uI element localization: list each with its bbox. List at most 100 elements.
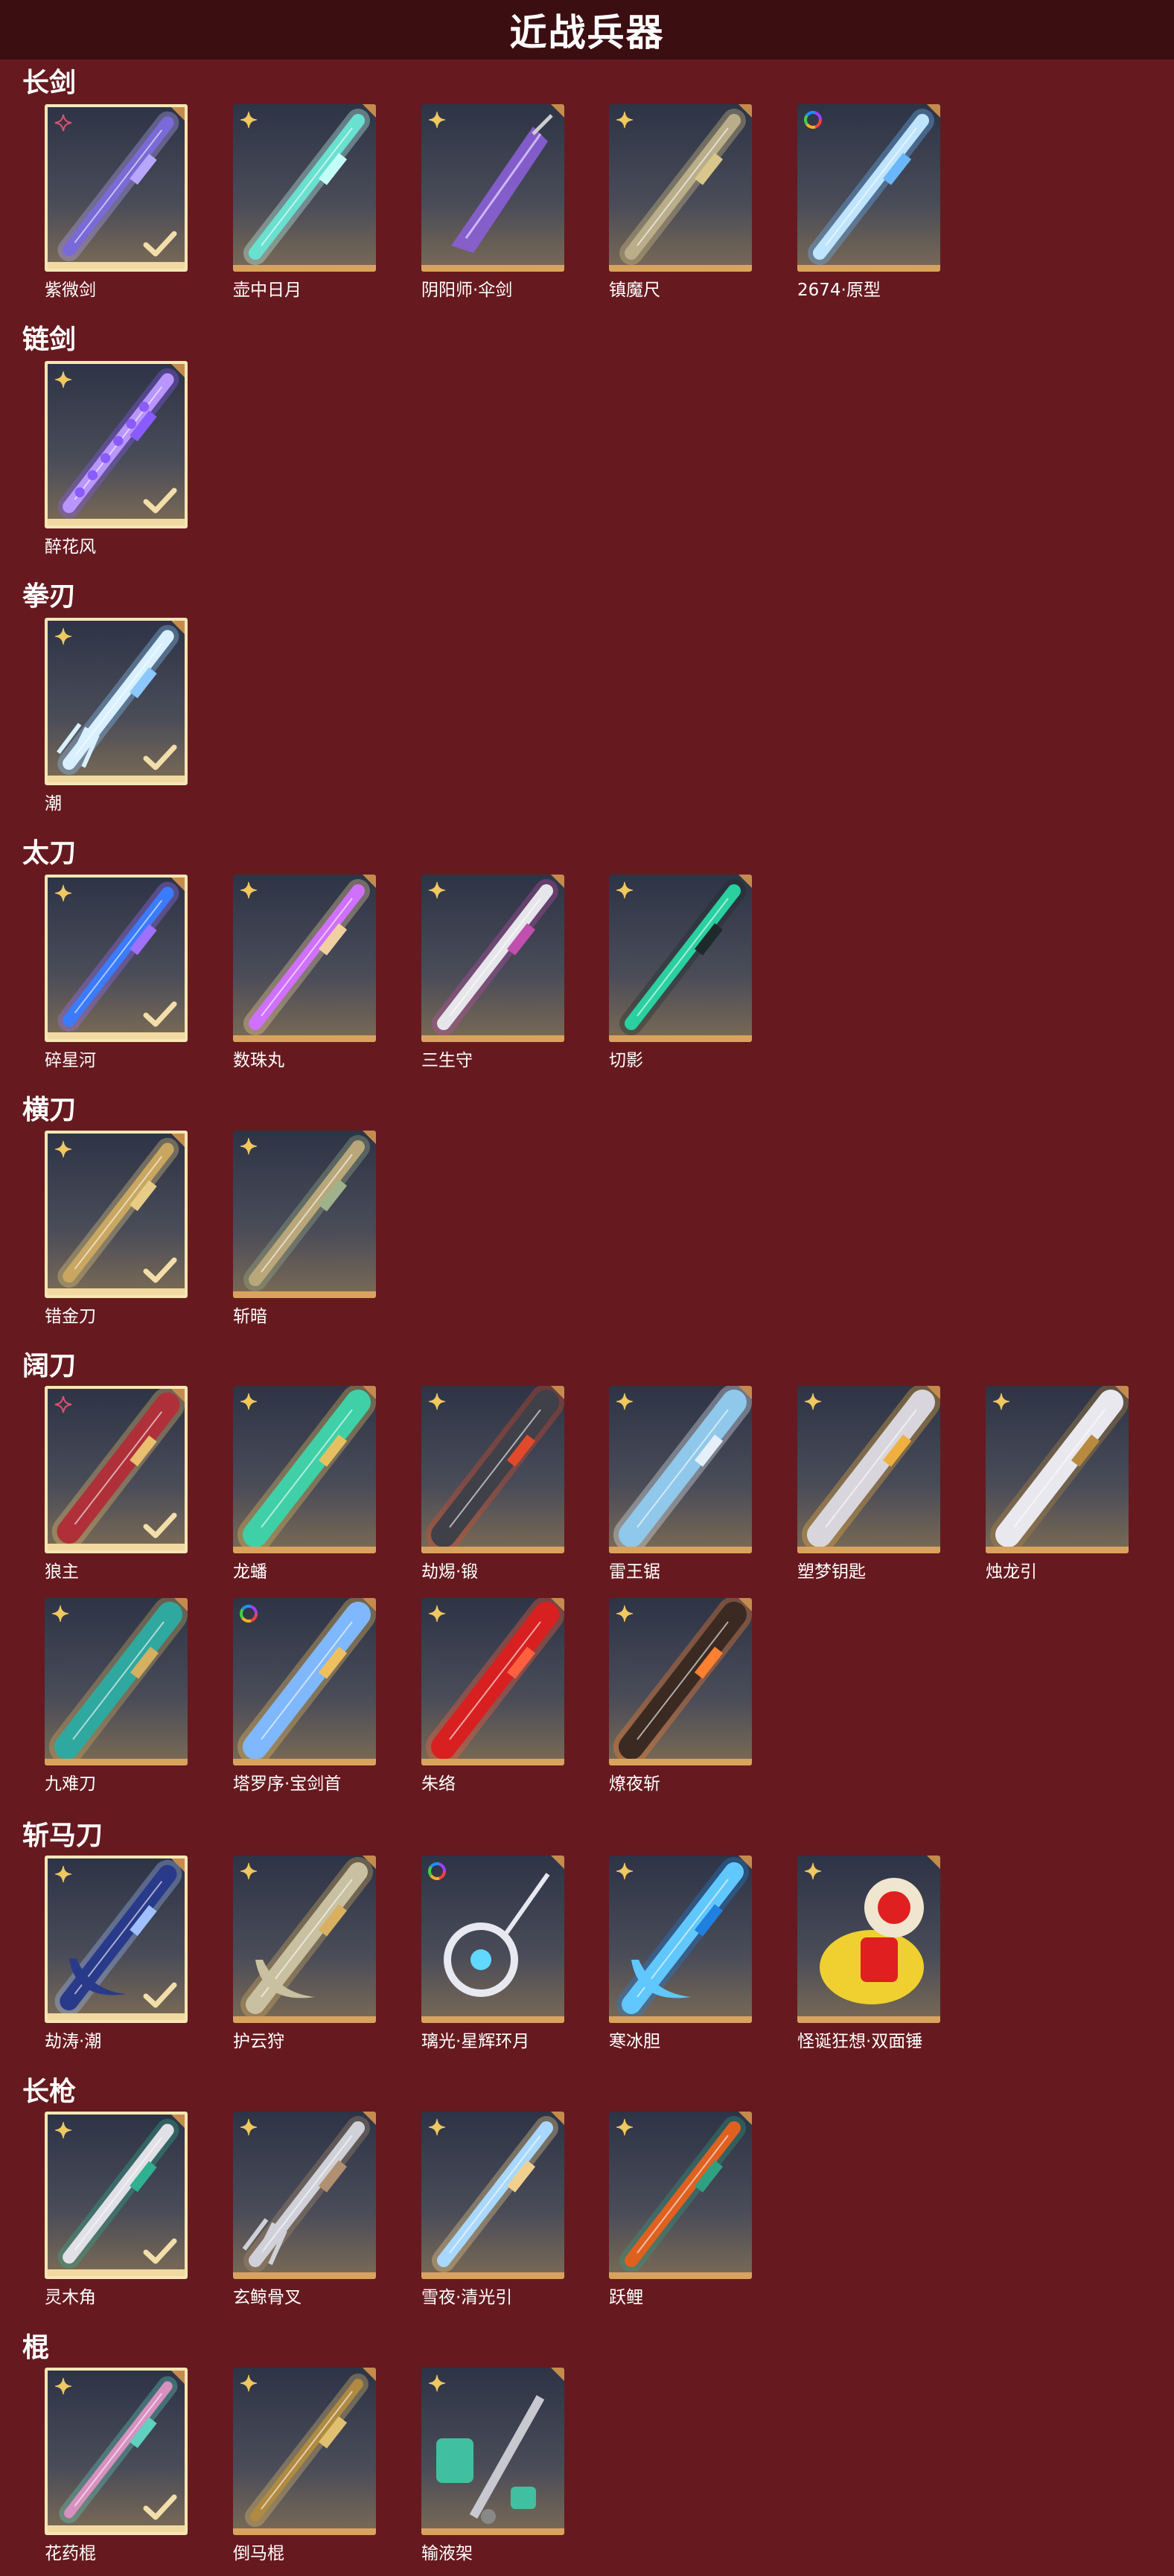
weapon-card[interactable] <box>421 1386 564 1553</box>
weapon-card[interactable] <box>421 1598 564 1765</box>
card-footer-bar <box>421 1035 564 1042</box>
gold-star-icon <box>54 627 73 646</box>
card-footer-bar <box>609 2272 752 2279</box>
card-footer-bar <box>797 2016 940 2023</box>
corner-tab <box>171 1134 185 1147</box>
gold-star-icon <box>54 370 73 389</box>
category-heading: 长枪 <box>22 2077 77 2107</box>
weapon-name: 镇魔尺 <box>609 281 660 300</box>
corner-tab <box>363 1856 376 1869</box>
weapon-name: 花药棍 <box>45 2544 96 2563</box>
checkmark-icon <box>143 1000 177 1029</box>
weapon-card[interactable] <box>421 104 564 272</box>
gold-star-icon <box>803 1392 823 1411</box>
card-footer-bar <box>45 1759 188 1765</box>
weapon-card[interactable] <box>421 2112 564 2279</box>
weapon-card[interactable] <box>986 1386 1129 1553</box>
weapon-card[interactable] <box>45 1131 188 1298</box>
weapon-card[interactable] <box>609 1856 752 2023</box>
corner-tab <box>738 2112 752 2125</box>
card-footer-bar <box>421 1547 564 1553</box>
corner-tab <box>738 1598 752 1611</box>
weapon-card[interactable] <box>609 1386 752 1553</box>
weapon-card[interactable] <box>421 875 564 1042</box>
gold-star-icon <box>239 110 258 130</box>
weapon-name: 劫涛·潮 <box>45 2032 102 2051</box>
weapon-card[interactable] <box>233 1131 376 1298</box>
weapon-card[interactable] <box>797 1386 940 1553</box>
checkmark-icon <box>143 1256 177 1285</box>
rainbow-ring-icon <box>803 110 823 130</box>
card-footer-bar <box>797 265 940 272</box>
corner-tab <box>174 1598 188 1611</box>
category-heading: 横刀 <box>22 1095 77 1125</box>
checkmark-icon <box>143 1512 177 1540</box>
weapon-card[interactable] <box>609 104 752 272</box>
weapon-card[interactable] <box>233 2368 376 2535</box>
weapon-card[interactable] <box>233 1386 376 1553</box>
corner-tab <box>363 2368 376 2381</box>
category-heading: 长剑 <box>22 68 77 98</box>
weapon-card[interactable] <box>45 1598 188 1765</box>
gold-star-icon <box>615 2118 634 2137</box>
card-footer-bar <box>48 262 185 269</box>
corner-tab <box>171 364 185 377</box>
weapon-card[interactable] <box>609 2112 752 2279</box>
gold-star-icon <box>615 880 634 900</box>
weapon-card[interactable] <box>233 875 376 1042</box>
corner-tab <box>551 1598 564 1611</box>
corner-tab <box>171 621 185 634</box>
card-footer-bar <box>233 1547 376 1553</box>
gold-star-icon <box>239 2118 258 2137</box>
card-footer-bar <box>233 2528 376 2535</box>
corner-tab <box>363 2112 376 2125</box>
weapon-name: 切影 <box>609 1051 643 1070</box>
card-footer-bar <box>48 1544 185 1550</box>
weapon-card[interactable] <box>233 2112 376 2279</box>
weapon-name: 错金刀 <box>45 1307 96 1326</box>
weapon-card[interactable] <box>45 1856 188 2023</box>
weapon-card[interactable] <box>609 875 752 1042</box>
card-footer-bar <box>48 519 185 525</box>
weapon-card[interactable] <box>233 104 376 272</box>
weapon-card[interactable] <box>797 1856 940 2023</box>
checkmark-icon <box>143 744 177 772</box>
gold-star-icon <box>427 1392 447 1411</box>
weapon-card[interactable] <box>609 1598 752 1765</box>
weapon-name: 醉花风 <box>45 537 96 557</box>
weapon-name: 朱络 <box>421 1774 456 1794</box>
weapon-card[interactable] <box>45 875 188 1042</box>
corner-tab <box>551 2112 564 2125</box>
weapon-name: 灵木角 <box>45 2288 96 2307</box>
checkmark-icon <box>143 1981 177 2010</box>
weapon-card[interactable] <box>45 2368 188 2535</box>
weapon-card[interactable] <box>233 1598 376 1765</box>
corner-tab <box>551 1856 564 1869</box>
weapon-card[interactable] <box>45 104 188 272</box>
corner-tab <box>738 1856 752 1869</box>
corner-tab <box>363 1386 376 1399</box>
weapon-card[interactable] <box>421 2368 564 2535</box>
weapon-card[interactable] <box>45 361 188 528</box>
card-footer-bar <box>421 2272 564 2279</box>
weapon-name: 塑梦钥匙 <box>797 1562 866 1582</box>
corner-tab <box>363 1131 376 1144</box>
weapon-name: 玄鲸骨叉 <box>233 2288 302 2307</box>
weapon-card[interactable] <box>45 1386 188 1553</box>
weapon-card[interactable] <box>45 2112 188 2279</box>
gold-star-icon <box>239 1137 258 1156</box>
weapon-name: 壶中日月 <box>233 281 302 300</box>
weapon-card[interactable] <box>45 618 188 785</box>
card-footer-bar <box>48 2525 185 2532</box>
corner-tab <box>171 1389 185 1402</box>
weapon-card[interactable] <box>233 1856 376 2023</box>
weapon-card[interactable] <box>797 104 940 272</box>
gold-star-icon <box>427 110 447 130</box>
red-star-icon <box>54 1395 73 1414</box>
gold-star-icon <box>54 2120 73 2140</box>
weapon-name: 斩暗 <box>233 1307 267 1326</box>
rainbow-ring-icon <box>427 1861 447 1881</box>
weapon-catalog: 长剑 紫微剑 壶中日月 阴阳师·伞剑 镇魔尺 2674·原型 链剑 醉花风 拳刃潮太刀 碎星河 数珠… <box>0 0 1174 2576</box>
weapon-card[interactable] <box>421 1856 564 2023</box>
corner-tab <box>927 1856 940 1869</box>
